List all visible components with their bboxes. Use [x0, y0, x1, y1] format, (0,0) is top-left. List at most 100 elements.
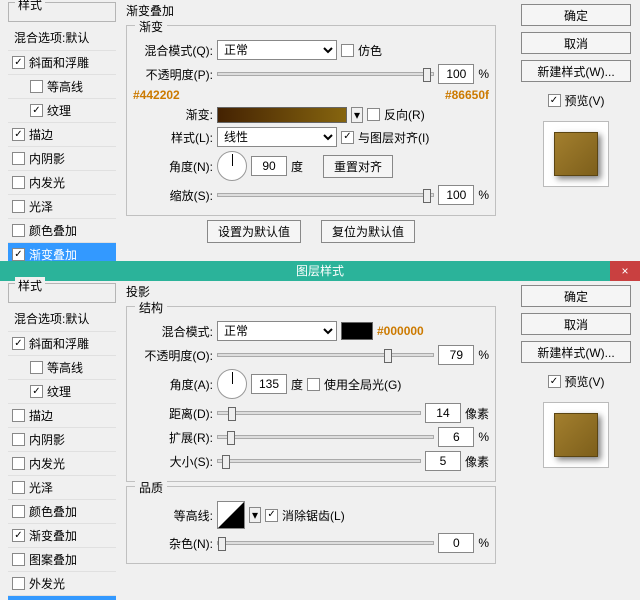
global-light-checkbox[interactable]	[307, 378, 320, 391]
style-checkbox[interactable]	[30, 385, 43, 398]
distance-slider[interactable]	[217, 411, 421, 415]
color-annotation: #000000	[377, 324, 424, 338]
style-checkbox[interactable]	[12, 128, 25, 141]
contour-dropdown-icon[interactable]: ▾	[249, 507, 261, 523]
contour-picker[interactable]	[217, 501, 245, 529]
style-checkbox[interactable]	[12, 152, 25, 165]
antialias-checkbox[interactable]	[265, 509, 278, 522]
preview-checkbox[interactable]	[548, 375, 561, 388]
style-item[interactable]: 颜色叠加	[8, 219, 116, 243]
blend-mode-select[interactable]: 正常	[217, 40, 337, 60]
style-checkbox[interactable]	[12, 176, 25, 189]
dither-checkbox[interactable]	[341, 44, 354, 57]
style-item[interactable]: 内阴影	[8, 428, 116, 452]
style-checkbox[interactable]	[12, 56, 25, 69]
shadow-color-swatch[interactable]	[341, 322, 373, 340]
style-item[interactable]: 斜面和浮雕	[8, 332, 116, 356]
style-checkbox[interactable]	[12, 224, 25, 237]
style-checkbox[interactable]	[12, 505, 25, 518]
style-checkbox[interactable]	[12, 553, 25, 566]
pct: %	[478, 67, 489, 81]
style-item[interactable]: 颜色叠加	[8, 500, 116, 524]
style-checkbox[interactable]	[30, 104, 43, 117]
style-item[interactable]: 内发光	[8, 171, 116, 195]
gradient-preview[interactable]	[217, 107, 347, 123]
style-checkbox[interactable]	[12, 481, 25, 494]
style-checkbox[interactable]	[12, 409, 25, 422]
reset-default-button[interactable]: 复位为默认值	[321, 220, 415, 243]
style-checkbox[interactable]	[12, 433, 25, 446]
opacity-slider[interactable]	[217, 353, 434, 357]
preview-checkbox[interactable]	[548, 94, 561, 107]
opacity-input[interactable]	[438, 64, 474, 84]
opacity-input[interactable]	[438, 345, 474, 365]
style-item[interactable]: 图案叠加	[8, 548, 116, 572]
style-item[interactable]: 等高线	[8, 356, 116, 380]
style-item-label: 图案叠加	[29, 551, 77, 568]
gradient-fs-title: 渐变	[135, 18, 167, 35]
quality-fs-title: 品质	[135, 479, 167, 496]
distance-input[interactable]	[425, 403, 461, 423]
style-checkbox[interactable]	[30, 80, 43, 93]
size-input[interactable]	[425, 451, 461, 471]
noise-input[interactable]	[438, 533, 474, 553]
style-checkbox[interactable]	[12, 529, 25, 542]
style-checkbox[interactable]	[12, 200, 25, 213]
blend-options[interactable]: 混合选项:默认	[8, 306, 116, 332]
spread-input[interactable]	[438, 427, 474, 447]
style-item[interactable]: 斜面和浮雕	[8, 51, 116, 75]
style-item-label: 渐变叠加	[29, 527, 77, 544]
style-item-label: 外发光	[29, 575, 65, 592]
style-item-label: 颜色叠加	[29, 503, 77, 520]
section-title: 投影	[126, 283, 496, 300]
style-item[interactable]: 纹理	[8, 380, 116, 404]
noise-label: 杂色(N):	[133, 535, 213, 552]
size-slider[interactable]	[217, 459, 421, 463]
style-checkbox[interactable]	[30, 361, 43, 374]
reverse-checkbox[interactable]	[367, 108, 380, 121]
style-item[interactable]: 纹理	[8, 99, 116, 123]
style-item[interactable]: 光泽	[8, 195, 116, 219]
angle-input[interactable]	[251, 156, 287, 176]
noise-slider[interactable]	[217, 541, 434, 545]
new-style-button[interactable]: 新建样式(W)...	[521, 60, 631, 82]
style-checkbox[interactable]	[12, 457, 25, 470]
style-checkbox[interactable]	[12, 577, 25, 590]
style-item-label: 内阴影	[29, 150, 65, 167]
style-item[interactable]: 光泽	[8, 476, 116, 500]
style-item[interactable]: 等高线	[8, 75, 116, 99]
cancel-button[interactable]: 取消	[521, 313, 631, 335]
scale-slider[interactable]	[217, 193, 434, 197]
style-item[interactable]: 描边	[8, 123, 116, 147]
ok-button[interactable]: 确定	[521, 285, 631, 307]
color1-annotation: #442202	[133, 88, 180, 102]
angle-input[interactable]	[251, 374, 287, 394]
reset-align-button[interactable]: 重置对齐	[323, 155, 393, 178]
angle-dial[interactable]	[217, 369, 247, 399]
opacity-slider[interactable]	[217, 72, 434, 76]
blend-mode-select[interactable]: 正常	[217, 321, 337, 341]
degree-label: 度	[291, 158, 303, 175]
style-select[interactable]: 线性	[217, 127, 337, 147]
align-checkbox[interactable]	[341, 131, 354, 144]
style-item[interactable]: 渐变叠加	[8, 524, 116, 548]
ok-button[interactable]: 确定	[521, 4, 631, 26]
style-item[interactable]: 内阴影	[8, 147, 116, 171]
close-button[interactable]: ×	[610, 261, 640, 281]
style-item[interactable]: 内发光	[8, 452, 116, 476]
scale-input[interactable]	[438, 185, 474, 205]
set-default-button[interactable]: 设置为默认值	[207, 220, 301, 243]
style-item[interactable]: 投影	[8, 596, 116, 600]
dither-label: 仿色	[358, 42, 382, 59]
spread-slider[interactable]	[217, 435, 434, 439]
angle-dial[interactable]	[217, 151, 247, 181]
style-item-label: 纹理	[47, 383, 71, 400]
new-style-button[interactable]: 新建样式(W)...	[521, 341, 631, 363]
style-item[interactable]: 外发光	[8, 572, 116, 596]
blend-options[interactable]: 混合选项:默认	[8, 25, 116, 51]
style-checkbox[interactable]	[12, 337, 25, 350]
cancel-button[interactable]: 取消	[521, 32, 631, 54]
gradient-picker-icon[interactable]: ▾	[351, 107, 363, 123]
style-item[interactable]: 描边	[8, 404, 116, 428]
style-checkbox[interactable]	[12, 248, 25, 261]
